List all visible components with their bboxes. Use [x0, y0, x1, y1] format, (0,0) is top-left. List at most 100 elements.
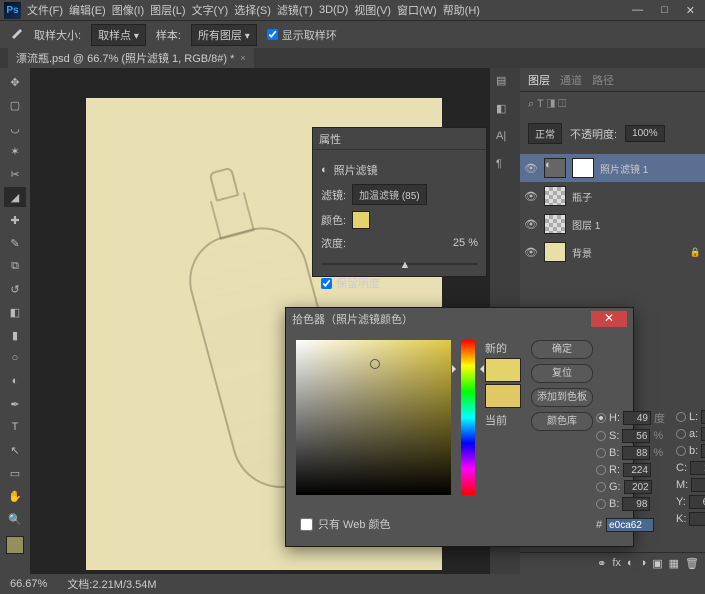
s-input[interactable] [622, 429, 650, 443]
lasso-tool[interactable]: ◡ [4, 118, 26, 138]
bv-radio[interactable] [596, 499, 606, 509]
saturation-box[interactable] [296, 340, 451, 495]
adjust-icon[interactable]: ◑ [640, 557, 647, 570]
mask-icon[interactable]: ◐ [627, 557, 634, 570]
r-input[interactable] [623, 463, 651, 477]
move-tool[interactable]: ✥ [4, 72, 26, 92]
type-tool[interactable]: T [4, 417, 26, 437]
add-swatch-button[interactable]: 添加到色板 [531, 388, 593, 407]
para-panel-icon[interactable]: ¶ [496, 158, 514, 176]
blend-mode-select[interactable]: 正常 [528, 123, 562, 144]
group-icon[interactable]: ▣ [652, 557, 662, 570]
color-panel-icon[interactable]: ◧ [496, 102, 514, 120]
zoom-level[interactable]: 66.67% [10, 578, 47, 590]
cancel-button[interactable]: 复位 [531, 364, 593, 383]
gradient-tool[interactable]: ▮ [4, 325, 26, 345]
bv-input[interactable] [622, 497, 650, 511]
menu-edit[interactable]: 编辑(E) [69, 2, 106, 18]
menu-type[interactable]: 文字(Y) [192, 2, 229, 18]
m-input[interactable] [691, 478, 705, 492]
h-radio[interactable] [596, 413, 606, 423]
visibility-icon[interactable]: 👁 [524, 246, 538, 259]
menu-view[interactable]: 视图(V) [354, 2, 391, 18]
blur-tool[interactable]: ○ [4, 348, 26, 368]
menu-layer[interactable]: 图层(L) [150, 2, 185, 18]
b2-input[interactable] [701, 444, 705, 458]
delete-icon[interactable]: 🗑 [685, 557, 699, 570]
a-radio[interactable] [676, 429, 686, 439]
crop-tool[interactable]: ✂ [4, 164, 26, 184]
layer-row[interactable]: 👁 ◐ 照片滤镜 1 [520, 154, 705, 182]
c-input[interactable] [690, 461, 705, 475]
l-radio[interactable] [676, 412, 686, 422]
s-radio[interactable] [596, 431, 606, 441]
k-input[interactable] [689, 512, 705, 526]
menu-filter[interactable]: 滤镜(T) [277, 2, 313, 18]
doc-info[interactable]: 文档:2.21M/3.54M [67, 576, 156, 592]
density-slider[interactable]: ▲ [321, 257, 478, 271]
hue-slider[interactable] [461, 340, 475, 495]
preserve-luminosity-checkbox[interactable]: 保留明度 [321, 275, 380, 291]
dialog-close-button[interactable]: ✕ [591, 311, 627, 327]
b-radio[interactable] [596, 448, 606, 458]
current-color-swatch[interactable] [485, 384, 521, 408]
layer-row[interactable]: 👁 瓶子 [520, 182, 705, 210]
history-brush-tool[interactable]: ↺ [4, 279, 26, 299]
b-input[interactable] [622, 446, 650, 460]
wand-tool[interactable]: ✶ [4, 141, 26, 161]
hand-tool[interactable]: ✋ [4, 486, 26, 506]
menu-image[interactable]: 图像(I) [112, 2, 144, 18]
show-ring-checkbox[interactable]: 显示取样环 [267, 27, 337, 43]
heal-tool[interactable]: ✚ [4, 210, 26, 230]
filter-select[interactable]: 加温滤镜 (85) [352, 184, 427, 205]
h-input[interactable] [623, 411, 651, 425]
stamp-tool[interactable]: ⧉ [4, 256, 26, 276]
web-only-checkbox[interactable]: 只有 Web 颜色 [300, 516, 391, 532]
new-layer-icon[interactable]: ▦ [669, 557, 679, 570]
char-panel-icon[interactable]: A| [496, 130, 514, 148]
hex-input[interactable] [606, 518, 654, 532]
link-icon[interactable]: ⚭ [597, 557, 606, 570]
b2-radio[interactable] [676, 446, 686, 456]
pen-tool[interactable]: ✒ [4, 394, 26, 414]
layer-row[interactable]: 👁 图层 1 [520, 210, 705, 238]
fx-icon[interactable]: fx [612, 557, 621, 570]
g-input[interactable] [624, 480, 652, 494]
tab-close-icon[interactable]: × [240, 53, 245, 63]
menu-3d[interactable]: 3D(D) [319, 4, 348, 16]
menu-select[interactable]: 选择(S) [234, 2, 271, 18]
y-input[interactable] [689, 495, 705, 509]
marquee-tool[interactable]: ▢ [4, 95, 26, 115]
eraser-tool[interactable]: ◧ [4, 302, 26, 322]
sample-select[interactable]: 所有图层 ▾ [191, 24, 257, 46]
sample-size-select[interactable]: 取样点 ▾ [91, 24, 146, 46]
eyedropper-tool[interactable]: ◢ [4, 187, 26, 207]
menu-help[interactable]: 帮助(H) [443, 2, 480, 18]
g-radio[interactable] [596, 482, 606, 492]
layers-tab[interactable]: 图层 [528, 72, 550, 88]
visibility-icon[interactable]: 👁 [524, 162, 538, 175]
visibility-icon[interactable]: 👁 [524, 218, 538, 231]
document-tab[interactable]: 漂流瓶.psd @ 66.7% (照片滤镜 1, RGB/8#) * × [8, 48, 254, 68]
zoom-tool[interactable]: 🔍 [4, 509, 26, 529]
minimize-icon[interactable]: — [632, 4, 643, 17]
a-input[interactable] [701, 427, 705, 441]
visibility-icon[interactable]: 👁 [524, 190, 538, 203]
history-panel-icon[interactable]: ▤ [496, 74, 514, 92]
layer-row[interactable]: 👁 背景 🔒 [520, 238, 705, 266]
shape-tool[interactable]: ▭ [4, 463, 26, 483]
close-icon[interactable]: ✕ [686, 4, 695, 17]
foreground-color[interactable] [6, 536, 24, 554]
ok-button[interactable]: 确定 [531, 340, 593, 359]
brush-tool[interactable]: ✎ [4, 233, 26, 253]
color-libs-button[interactable]: 颜色库 [531, 412, 593, 431]
menu-window[interactable]: 窗口(W) [397, 2, 437, 18]
opacity-value[interactable]: 100% [625, 125, 665, 142]
paths-tab[interactable]: 路径 [592, 72, 614, 88]
menu-file[interactable]: 文件(F) [27, 2, 63, 18]
color-swatch[interactable] [352, 211, 370, 229]
maximize-icon[interactable]: □ [661, 4, 668, 17]
path-tool[interactable]: ↖ [4, 440, 26, 460]
r-radio[interactable] [596, 465, 606, 475]
dodge-tool[interactable]: ◐ [4, 371, 26, 391]
